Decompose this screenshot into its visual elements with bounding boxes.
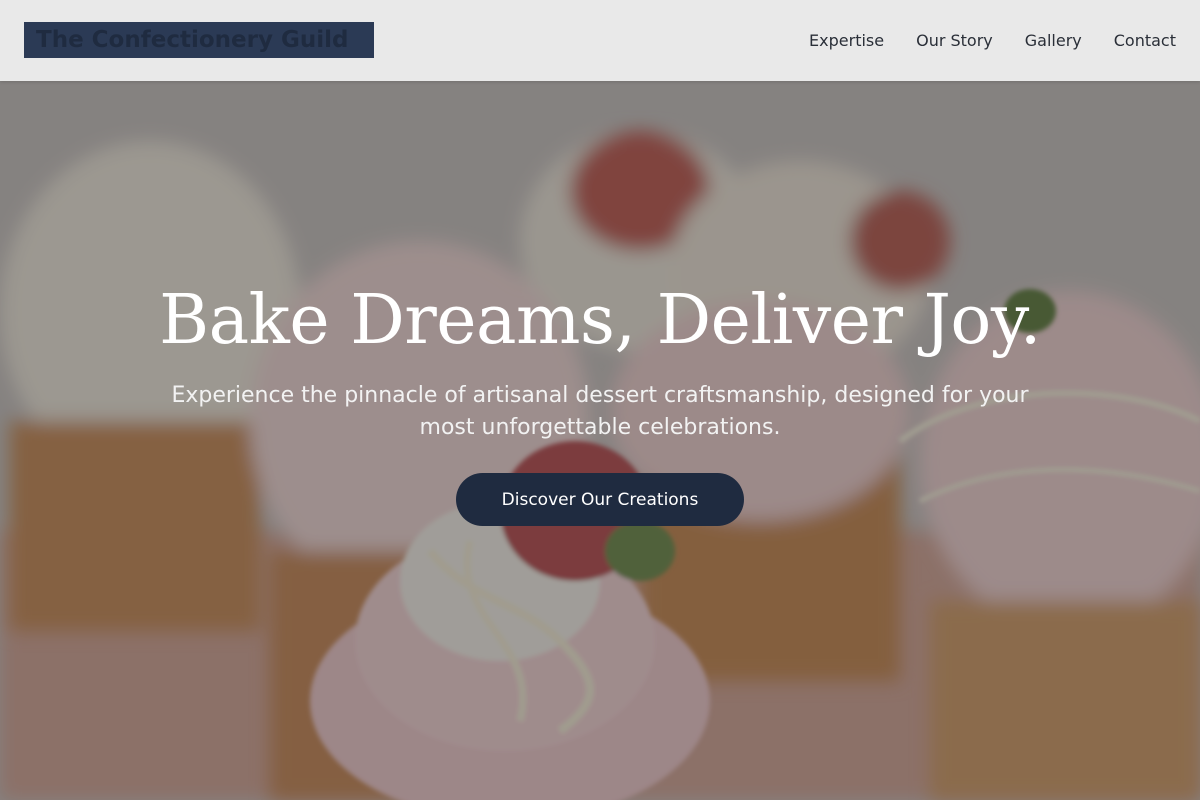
discover-creations-button[interactable]: Discover Our Creations: [456, 473, 744, 526]
nav-link-contact[interactable]: Contact: [1114, 31, 1176, 50]
main-nav: Expertise Our Story Gallery Contact: [809, 0, 1176, 81]
nav-link-expertise[interactable]: Expertise: [809, 31, 884, 50]
nav-link-our-story[interactable]: Our Story: [916, 31, 993, 50]
brand-logo[interactable]: The Confectionery Guild: [24, 22, 374, 58]
hero-title: Bake Dreams, Deliver Joy.: [159, 281, 1041, 360]
hero-content: Bake Dreams, Deliver Joy. Experience the…: [0, 81, 1200, 800]
hero-section: Bake Dreams, Deliver Joy. Experience the…: [0, 81, 1200, 800]
site-header: The Confectionery Guild Expertise Our St…: [0, 0, 1200, 81]
nav-link-gallery[interactable]: Gallery: [1025, 31, 1082, 50]
hero-subtitle: Experience the pinnacle of artisanal des…: [171, 383, 1029, 440]
